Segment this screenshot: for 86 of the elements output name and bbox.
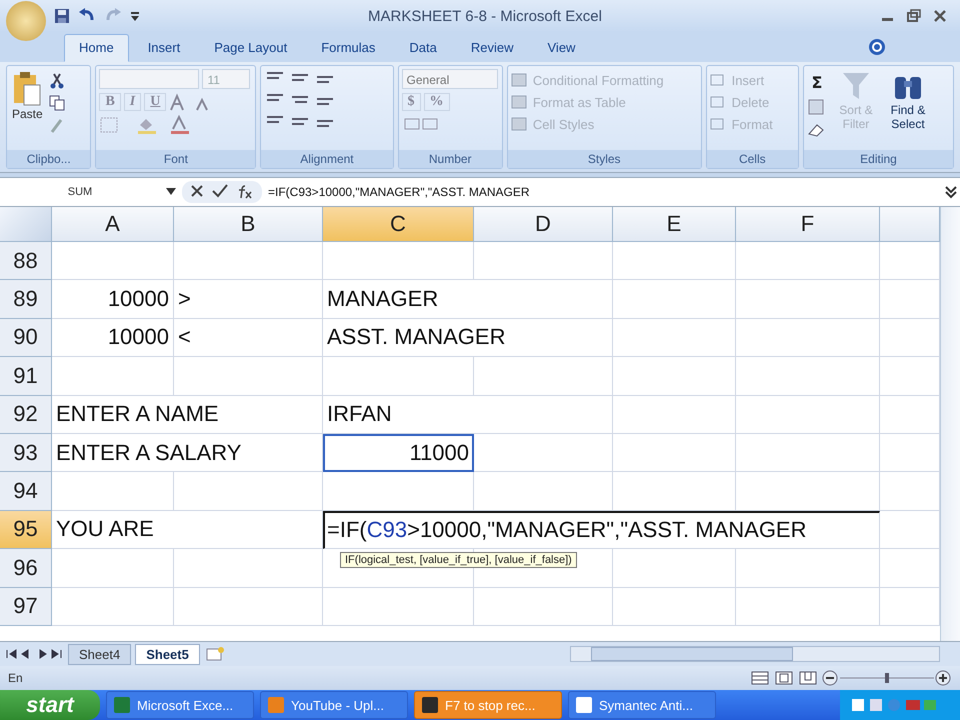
table-style-icon — [510, 72, 529, 88]
row-header[interactable]: 91 — [0, 357, 52, 396]
app-icon — [421, 696, 439, 714]
start-button[interactable]: start — [0, 690, 100, 720]
enter-icon[interactable] — [212, 184, 228, 198]
insert-sheet-icon[interactable] — [204, 646, 226, 662]
zoom-slider-icon[interactable] — [822, 670, 952, 686]
page-break-icon[interactable] — [798, 670, 818, 686]
column-header[interactable]: F — [736, 207, 880, 242]
table-cell: 10000 — [52, 318, 174, 358]
number-format-field[interactable]: General — [402, 69, 498, 89]
column-header[interactable]: B — [174, 207, 323, 242]
app-icon — [575, 696, 593, 714]
find-select-button[interactable]: Find & Select — [884, 69, 931, 147]
table-cell: ENTER A NAME — [52, 396, 323, 434]
row-header[interactable]: 90 — [0, 318, 52, 358]
row-header[interactable]: 92 — [0, 396, 52, 434]
table-cell: 10000 — [52, 280, 174, 319]
normal-view-icon[interactable] — [750, 670, 770, 686]
vertical-scrollbar[interactable] — [940, 207, 960, 641]
customize-icon[interactable] — [130, 10, 140, 22]
fill-icon[interactable] — [806, 98, 825, 116]
table-cell: YOU ARE — [52, 510, 323, 550]
column-header[interactable]: E — [613, 207, 736, 242]
table-cell: < — [174, 318, 323, 358]
table-cell: 11000 — [323, 434, 474, 472]
sheet-tab[interactable]: Sheet4 — [68, 644, 132, 664]
dropdown-arrow-icon[interactable] — [166, 188, 176, 196]
cut-icon[interactable] — [48, 73, 65, 89]
formula-field[interactable]: =IF(C93>10000,"MANAGER","ASST. MANAGER — [268, 185, 938, 199]
group-label: Clipbo... — [7, 150, 90, 168]
ribbon-tab[interactable]: Formulas — [306, 34, 390, 62]
close-icon[interactable] — [932, 9, 948, 23]
ribbon-tab[interactable]: Home — [64, 34, 129, 62]
ribbon-tab[interactable]: Data — [394, 34, 452, 62]
table-cell: ENTER A SALARY — [52, 434, 323, 472]
copy-icon[interactable] — [48, 95, 65, 111]
page-layout-icon[interactable] — [774, 670, 794, 686]
column-header[interactable]: C — [323, 207, 474, 242]
row-header[interactable]: 88 — [0, 242, 52, 280]
group-label: Editing — [804, 150, 953, 168]
window-title: MARKSHEET 6-8 - Microsoft Excel — [368, 8, 602, 24]
taskbar-button[interactable]: YouTube - Upl... — [260, 691, 408, 719]
save-icon[interactable] — [54, 8, 70, 24]
ribbon-tab[interactable]: Insert — [132, 34, 196, 62]
group-label: Alignment — [261, 150, 393, 168]
group-label: Cells — [706, 150, 798, 168]
ribbon-tab[interactable]: View — [532, 34, 590, 62]
sheet-nav-icon[interactable] — [4, 648, 64, 660]
autosum-button[interactable]: Σ — [806, 73, 827, 92]
table-cell: > — [174, 280, 323, 319]
table-cell: IRFAN — [323, 396, 613, 434]
ribbon-tab[interactable]: Page Layout — [199, 34, 302, 62]
status-mode: En — [8, 671, 23, 685]
sheet-tab[interactable]: Sheet5 — [135, 644, 200, 664]
row-header[interactable]: 95 — [0, 510, 52, 550]
app-icon — [113, 696, 131, 714]
row-header[interactable]: 93 — [0, 434, 52, 472]
table-style-icon — [510, 116, 529, 132]
cancel-icon[interactable] — [190, 184, 204, 198]
cell-editor[interactable]: =IF(C93>10000,"MANAGER","ASST. MANAGER — [323, 510, 880, 550]
paste-button[interactable]: Paste — [10, 69, 45, 123]
group-label: Font — [96, 150, 256, 168]
table-cell: ASST. MANAGER — [323, 318, 613, 358]
horizontal-scrollbar[interactable] — [570, 646, 940, 662]
row-header[interactable]: 89 — [0, 280, 52, 319]
group-label: Number — [398, 150, 502, 168]
taskbar-button[interactable]: Symantec Anti... — [568, 691, 716, 719]
group-label: Styles — [508, 150, 701, 168]
column-header[interactable]: A — [52, 207, 174, 242]
clipboard-icon — [12, 71, 42, 107]
row-header[interactable]: 97 — [0, 588, 52, 626]
help-icon[interactable] — [868, 38, 886, 56]
column-header[interactable]: D — [474, 207, 613, 242]
row-header[interactable]: 96 — [0, 549, 52, 588]
row-header[interactable]: 94 — [0, 472, 52, 511]
function-tooltip: IF(logical_test, [value_if_true], [value_if_false]) — [340, 552, 577, 568]
font-name-field[interactable] — [99, 69, 200, 89]
table-style-icon — [510, 94, 529, 110]
function-icon[interactable] — [236, 184, 254, 200]
taskbar-button[interactable]: Microsoft Exce... — [106, 691, 254, 719]
restore-icon[interactable] — [906, 9, 922, 23]
table-cell: MANAGER — [323, 280, 613, 319]
app-icon — [267, 696, 285, 714]
ribbon-tab[interactable]: Review — [456, 34, 528, 62]
name-box[interactable]: SUM — [0, 186, 160, 198]
